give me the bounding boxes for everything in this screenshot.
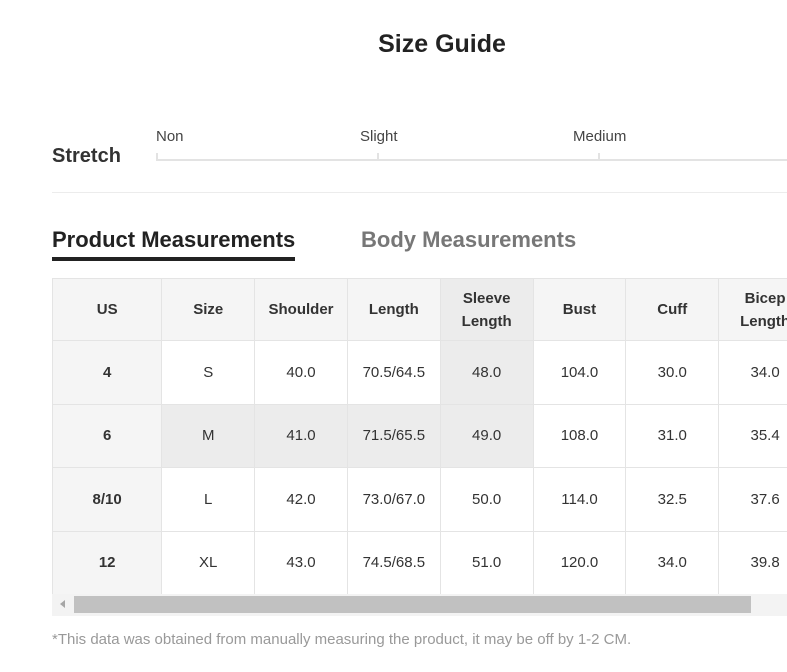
table-cell: 114.0 xyxy=(532,467,627,532)
table-row: 8/10 L 42.0 73.0/67.0 50.0 114.0 32.5 37… xyxy=(52,467,787,532)
table-cell: 50.0 xyxy=(439,467,534,532)
table-cell: 74.5/68.5 xyxy=(346,530,441,594)
stretch-label: Stretch xyxy=(52,145,121,167)
stretch-option-non: Non xyxy=(156,128,184,145)
table-cell: 6 xyxy=(52,403,163,468)
header-size: Size xyxy=(161,278,256,341)
table-cell: 70.5/64.5 xyxy=(346,340,441,405)
table-cell: 34.0 xyxy=(718,340,787,405)
header-text: Bicep xyxy=(744,289,786,307)
page-title: Size Guide xyxy=(378,30,506,58)
table-row: 6 M 41.0 71.5/65.5 49.0 108.0 31.0 35.4 xyxy=(52,403,787,468)
table-cell: 104.0 xyxy=(532,340,627,405)
header-text: Sleeve xyxy=(462,289,511,307)
header-text: Length xyxy=(461,312,512,330)
table-cell: 73.0/67.0 xyxy=(346,467,441,532)
horizontal-scrollbar[interactable] xyxy=(52,594,787,616)
stretch-scale-line xyxy=(156,159,787,161)
table-cell: 40.0 xyxy=(254,340,348,405)
table-cell: 34.0 xyxy=(625,530,720,594)
header-bust: Bust xyxy=(532,278,627,341)
header-length: Length xyxy=(346,278,441,341)
table-cell: XL xyxy=(161,530,256,594)
size-table-container[interactable]: US Size Shoulder Length Sleeve Length Bus… xyxy=(52,278,787,594)
header-sleeve-length: Sleeve Length xyxy=(439,278,534,341)
table-cell: 32.5 xyxy=(625,467,720,532)
header-us: US xyxy=(52,278,163,341)
measurement-note: *This data was obtained from manually me… xyxy=(52,631,632,648)
table-cell: 43.0 xyxy=(254,530,348,594)
stretch-tick xyxy=(377,153,379,161)
stretch-tick xyxy=(156,153,158,161)
stretch-scale: Non Slight Medium xyxy=(156,126,787,166)
table-cell: 31.0 xyxy=(625,403,720,468)
table-cell: 35.4 xyxy=(718,403,787,468)
section-divider xyxy=(52,192,787,193)
scroll-left-arrow-icon[interactable] xyxy=(60,600,65,608)
header-bicep-length: Bicep Length xyxy=(718,278,787,341)
table-cell: 42.0 xyxy=(254,467,348,532)
size-table: US Size Shoulder Length Sleeve Length Bus… xyxy=(52,278,787,594)
header-text: Length xyxy=(740,312,787,330)
table-cell: L xyxy=(161,467,256,532)
table-cell: 4 xyxy=(52,340,163,405)
table-cell: M xyxy=(161,403,256,468)
header-shoulder: Shoulder xyxy=(254,278,348,341)
table-cell: 37.6 xyxy=(718,467,787,532)
table-cell: 51.0 xyxy=(439,530,534,594)
table-cell: 8/10 xyxy=(52,467,163,532)
header-cuff: Cuff xyxy=(625,278,720,341)
stretch-option-medium: Medium xyxy=(573,128,627,145)
table-cell: S xyxy=(161,340,256,405)
table-cell: 30.0 xyxy=(625,340,720,405)
table-cell: 39.8 xyxy=(718,530,787,594)
stretch-option-slight: Slight xyxy=(360,128,398,145)
tab-body-measurements[interactable]: Body Measurements xyxy=(361,227,576,253)
scrollbar-thumb[interactable] xyxy=(74,596,751,613)
table-header-row: US Size Shoulder Length Sleeve Length Bus… xyxy=(52,278,787,341)
table-cell: 71.5/65.5 xyxy=(346,403,441,468)
table-row: 12 XL 43.0 74.5/68.5 51.0 120.0 34.0 39.… xyxy=(52,530,787,594)
table-cell: 41.0 xyxy=(254,403,348,468)
table-row: 4 S 40.0 70.5/64.5 48.0 104.0 30.0 34.0 xyxy=(52,340,787,405)
stretch-tick xyxy=(598,153,600,161)
table-cell: 48.0 xyxy=(439,340,534,405)
table-cell: 108.0 xyxy=(532,403,627,468)
table-cell: 49.0 xyxy=(439,403,534,468)
tab-product-measurements[interactable]: Product Measurements xyxy=(52,227,296,261)
table-cell: 12 xyxy=(52,530,163,594)
table-cell: 120.0 xyxy=(532,530,627,594)
